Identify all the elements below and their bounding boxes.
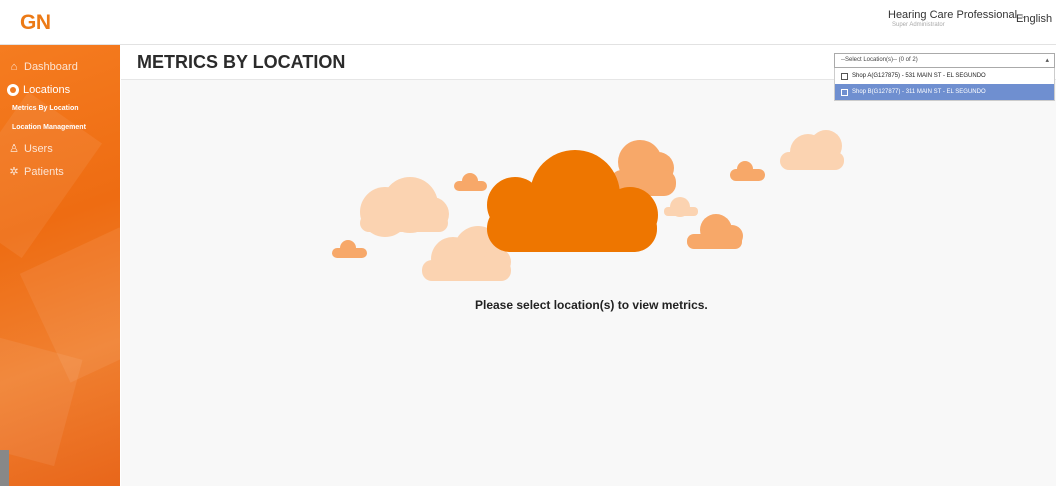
location-option-label: Shop B(G127877) - 311 MAIN ST - EL SEGUN… — [852, 89, 986, 95]
location-option-label: Shop A(G127875) - 531 MAIN ST - EL SEGUN… — [852, 73, 986, 79]
location-options-list: Shop A(G127875) - 531 MAIN ST - EL SEGUN… — [834, 68, 1055, 101]
location-option[interactable]: Shop A(G127875) - 531 MAIN ST - EL SEGUN… — [835, 68, 1054, 84]
location-multiselect[interactable]: --Select Location(s)-- (0 of 2) ▴ Shop A… — [834, 53, 1055, 101]
location-select-value: --Select Location(s)-- (0 of 2) — [841, 57, 918, 63]
chevron-up-icon[interactable]: ▴ — [1045, 56, 1049, 64]
location-select-box[interactable]: --Select Location(s)-- (0 of 2) ▴ — [834, 53, 1055, 68]
checkbox[interactable] — [841, 88, 848, 96]
checkbox[interactable] — [841, 72, 848, 80]
location-option[interactable]: Shop B(G127877) - 311 MAIN ST - EL SEGUN… — [835, 84, 1054, 100]
